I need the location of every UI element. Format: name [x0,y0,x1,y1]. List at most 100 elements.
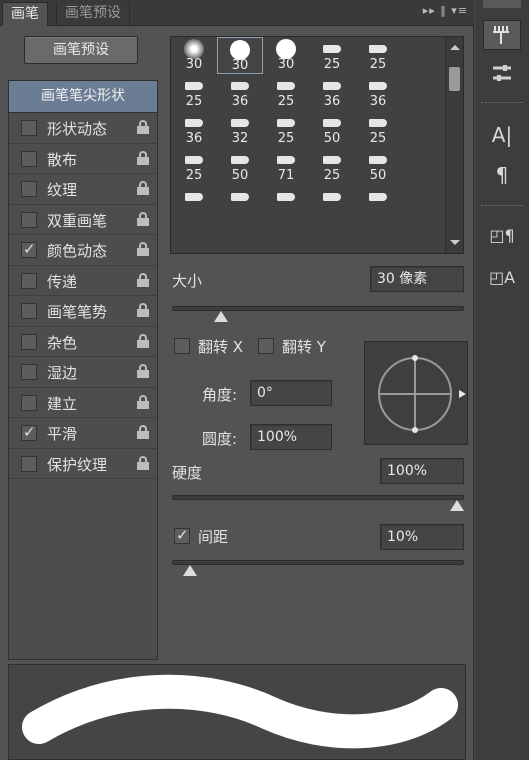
option-checkbox[interactable] [21,240,37,258]
brush-option-row[interactable]: 形状动态 [9,113,157,144]
option-checkbox[interactable] [21,120,37,136]
brush-settings-icon[interactable] [483,58,521,88]
character-icon[interactable]: A| [483,120,521,150]
panel-menu-icon[interactable]: ▸▸ ‖ ▾≡ [423,4,468,17]
brush-option-row[interactable]: 建立 [9,388,157,418]
lock-icon[interactable] [137,120,149,134]
brush-tip-preset[interactable]: 32 [217,111,263,148]
brush-tip-shape-item[interactable]: 画笔笔尖形状 [9,81,157,113]
brush-tip-preset[interactable] [355,185,401,222]
brush-option-row[interactable]: 保护纹理 [9,449,157,479]
option-checkbox[interactable] [21,455,37,472]
spacing-slider-handle[interactable] [183,565,198,576]
lock-icon[interactable] [137,303,149,317]
flip-y-checkbox[interactable] [258,338,274,354]
option-checkbox[interactable] [21,303,37,319]
spacing-checkbox[interactable] [174,526,190,544]
brush-tip-preset[interactable]: 36 [355,74,401,111]
hardness-slider-track[interactable] [172,495,464,500]
brush-tip-preset[interactable]: 25 [263,74,309,111]
option-label: 散布 [47,150,78,169]
brush-size-label: 36 [185,131,203,146]
brush-option-row[interactable]: 散布 [9,144,157,174]
brush-tip-preset[interactable] [217,185,263,222]
brush-presets-button[interactable]: 画笔预设 [24,36,138,64]
size-slider-handle[interactable] [213,311,228,322]
brush-tip-preset[interactable] [263,185,309,222]
option-checkbox[interactable] [21,394,37,411]
roundness-input[interactable]: 100% [250,424,332,450]
lock-icon[interactable] [137,272,149,287]
brush-size-label: 25 [277,131,295,146]
lock-icon[interactable] [137,242,149,256]
brush-tool-icon[interactable] [483,20,521,50]
size-input[interactable]: 30 像素 [370,266,464,292]
brush-option-row[interactable]: 双重画笔 [9,205,157,235]
paragraph-icon[interactable]: ¶ [483,160,521,190]
brush-tip-preset[interactable]: 25 [355,37,401,74]
brush-option-row[interactable]: 画笔笔势 [9,296,157,327]
scroll-up-icon[interactable] [450,45,460,50]
brush-tip-preset[interactable] [171,185,217,222]
spacing-slider-track[interactable] [172,560,464,565]
brush-tip-icon [355,188,401,206]
brush-scrollbar[interactable] [445,37,463,253]
hardness-slider-handle[interactable] [450,500,464,511]
lock-icon[interactable] [137,455,149,470]
lock-icon[interactable] [137,150,149,165]
brush-size-label: 71 [277,168,295,183]
toolbar-separator [481,205,523,207]
brush-tip-icon [171,77,217,95]
spacing-input[interactable]: 10% [380,524,464,550]
toolbar-top-button[interactable] [483,0,521,8]
brush-option-row[interactable]: 湿边 [9,357,157,388]
brush-tip-preset[interactable] [309,185,355,222]
lock-icon[interactable] [137,364,149,378]
option-checkbox[interactable] [21,364,37,380]
brush-tip-preset[interactable]: 25 [171,148,217,185]
brush-tip-preset[interactable]: 71 [263,148,309,185]
scroll-thumb[interactable] [449,67,460,91]
brush-tip-preset[interactable]: 50 [355,148,401,185]
brush-tip-preset[interactable]: 30 [217,37,263,74]
brush-option-row[interactable]: 平滑 [9,418,157,449]
brush-tip-preset[interactable]: 25 [355,111,401,148]
brush-tip-preset[interactable]: 36 [171,111,217,148]
option-checkbox[interactable] [21,150,37,167]
brush-tip-preset[interactable]: 50 [217,148,263,185]
lock-icon[interactable] [137,394,149,409]
option-checkbox[interactable] [21,423,37,441]
lock-icon[interactable] [137,181,149,195]
hardness-input[interactable]: 100% [380,458,464,484]
lock-icon[interactable] [137,333,149,348]
option-checkbox[interactable] [21,211,37,228]
option-checkbox[interactable] [21,333,37,350]
lock-icon[interactable] [137,211,149,226]
brush-tip-preset[interactable]: 25 [263,111,309,148]
option-checkbox[interactable] [21,181,37,197]
character-styles-icon[interactable]: ◰A [483,262,521,292]
brush-tip-preset[interactable]: 25 [309,148,355,185]
brush-tip-preset[interactable]: 36 [309,74,355,111]
option-checkbox[interactable] [21,272,37,289]
tab-brush[interactable]: 画笔 [2,2,48,26]
flip-x-checkbox[interactable] [174,338,190,354]
brush-option-row[interactable]: 纹理 [9,174,157,205]
option-label: 双重画笔 [47,211,108,230]
tab-brush-presets[interactable]: 画笔预设 [56,2,130,26]
paragraph-styles-icon[interactable]: ◰¶ [483,220,521,250]
angle-input[interactable]: 0° [250,380,332,406]
angle-roundness-widget[interactable] [364,341,468,445]
brush-option-row[interactable]: 杂色 [9,327,157,357]
scroll-down-icon[interactable] [450,240,460,245]
brush-tip-preset[interactable]: 25 [171,74,217,111]
brush-tip-preset[interactable]: 25 [309,37,355,74]
tab-bar: 画笔 画笔预设 ▸▸ ‖ ▾≡ [0,0,474,26]
brush-option-row[interactable]: 传递 [9,266,157,296]
lock-icon[interactable] [137,425,149,439]
brush-tip-preset[interactable]: 36 [217,74,263,111]
brush-tip-preset[interactable]: 30 [171,37,217,74]
brush-tip-preset[interactable]: 30 [263,37,309,74]
brush-tip-preset[interactable]: 50 [309,111,355,148]
brush-option-row[interactable]: 颜色动态 [9,235,157,266]
